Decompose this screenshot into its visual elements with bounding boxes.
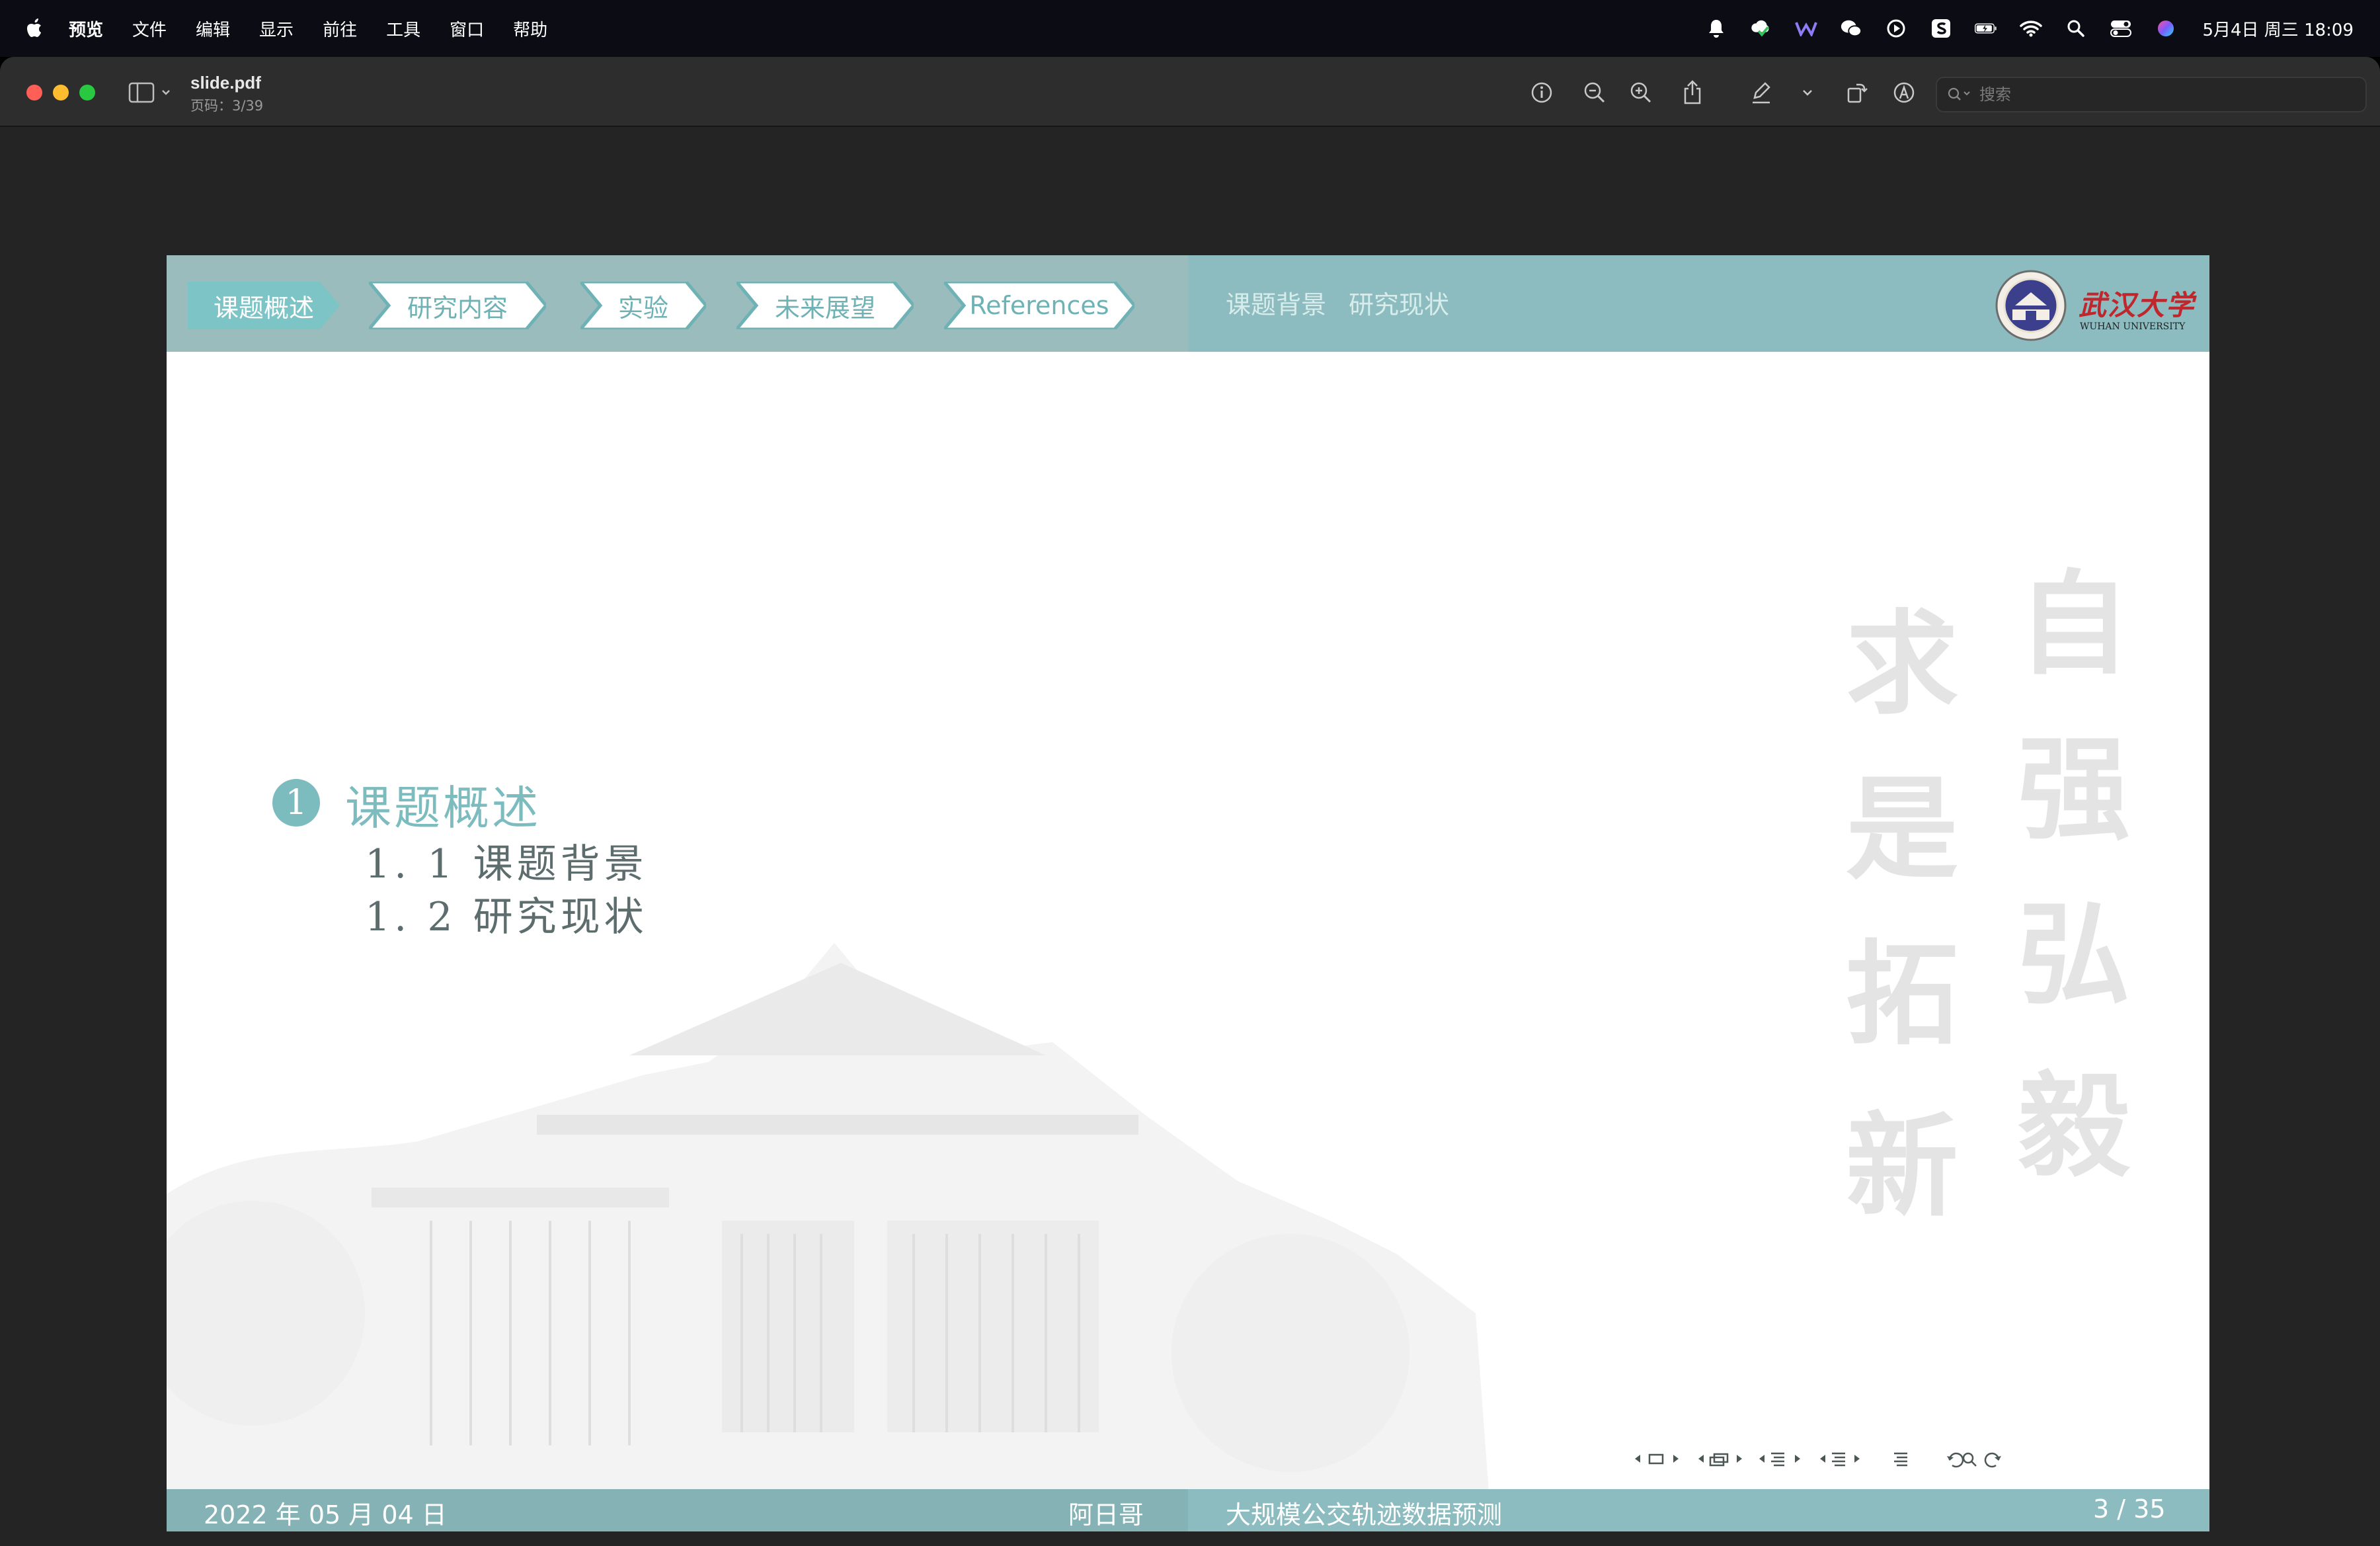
menu-edit[interactable]: 编辑 — [196, 17, 230, 41]
nav-section-references[interactable]: References — [944, 282, 1134, 329]
siri-icon[interactable] — [2155, 17, 2177, 40]
watermark-char: 自 — [2018, 558, 2131, 690]
logo-text: 武汉大学 — [2079, 289, 2196, 321]
toc-item[interactable]: 1. 1 课题背景 — [365, 832, 648, 889]
footer-title: 大规模公交轨迹数据预测 — [1226, 1500, 1503, 1529]
bell-icon[interactable] — [1705, 17, 1727, 40]
menu-go[interactable]: 前往 — [323, 17, 357, 41]
menu-help[interactable]: 帮助 — [513, 17, 547, 41]
menu-view[interactable]: 显示 — [259, 17, 294, 41]
sidebar-icon — [128, 82, 170, 103]
cloud-check-icon[interactable] — [1750, 17, 1772, 40]
s-app-icon[interactable] — [1930, 17, 1952, 40]
markup-pen-icon[interactable] — [1748, 79, 1774, 106]
slide-page: 课题概述 研究内容 实验 未来展望 References 课题背景 研究现状 武… — [167, 255, 2209, 1531]
menubar-clock[interactable]: 5月4日 周三 18:09 — [2202, 17, 2354, 41]
search-icon — [1948, 87, 1970, 101]
menu-bar: 预览 文件 编辑 显示 前往 工具 窗口 帮助 5月4日 周三 18:09 — [0, 0, 2380, 57]
menu-file[interactable]: 文件 — [132, 17, 167, 41]
watermark-char: 新 — [1846, 1100, 1959, 1233]
rotate-icon[interactable] — [1843, 79, 1870, 106]
watermark-char: 是 — [1846, 763, 1959, 895]
w-app-icon[interactable] — [1795, 17, 1818, 40]
menu-tools[interactable]: 工具 — [386, 17, 420, 41]
beamer-navigation-symbols — [1631, 1445, 2186, 1472]
toc-item[interactable]: 1. 2 研究现状 — [365, 885, 648, 942]
watermark-char: 弘 — [2018, 889, 2131, 1021]
apple-logo-icon[interactable] — [25, 17, 45, 40]
subsection-background[interactable]: 课题背景 — [1226, 284, 1326, 321]
nav-section-future[interactable]: 未来展望 — [736, 282, 914, 329]
watermark-char: 拓 — [1846, 928, 1959, 1061]
share-icon[interactable] — [1679, 79, 1706, 106]
campus-building-watermark — [167, 943, 1489, 1495]
nav-section-active[interactable]: 课题概述 — [188, 282, 340, 329]
search-input[interactable] — [1978, 85, 2351, 104]
zoom-in-icon[interactable] — [1628, 79, 1654, 106]
watermark-char: 毅 — [2018, 1061, 2131, 1193]
window-toolbar: slide.pdf 页码：3/39 — [0, 57, 2380, 127]
logo-subtext: WUHAN UNIVERSITY — [2080, 321, 2186, 332]
play-icon[interactable] — [1885, 17, 1907, 40]
chevron-down-icon[interactable] — [1794, 79, 1821, 106]
control-center-icon[interactable] — [2110, 17, 2132, 40]
fullscreen-window-button[interactable] — [79, 85, 95, 101]
nav-section-research[interactable]: 研究内容 — [369, 282, 546, 329]
footer-date: 2022 年 05 月 04 日 — [204, 1500, 447, 1529]
university-logo: 武汉大学 WUHAN UNIVERSITY — [1995, 268, 2194, 343]
preview-window: slide.pdf 页码：3/39 搜索 课题概述 研究内容 实验 未来展望 R… — [0, 57, 2380, 1546]
wechat-icon[interactable] — [1840, 17, 1862, 40]
section-title[interactable]: 课题概述 — [345, 771, 541, 838]
close-window-button[interactable] — [26, 85, 42, 101]
subsection-nav: 课题背景 研究现状 — [1226, 284, 1449, 321]
watermark-char: 求 — [1846, 598, 1959, 730]
menu-app-name[interactable]: 预览 — [69, 17, 103, 41]
document-title: slide.pdf — [190, 73, 261, 93]
nav-section-experiment[interactable]: 实验 — [580, 282, 706, 329]
document-page-indicator: 页码：3/39 — [190, 98, 264, 114]
battery-icon — [1975, 17, 1997, 40]
annotate-icon[interactable] — [1891, 79, 1917, 106]
info-icon[interactable] — [1528, 79, 1555, 106]
footer-author: 阿日哥 — [1068, 1500, 1144, 1529]
zoom-out-icon[interactable] — [1581, 79, 1608, 106]
footer-page-number: 3 / 35 — [2093, 1494, 2166, 1524]
section-number-badge: 1 — [272, 779, 320, 827]
wifi-icon[interactable] — [2020, 17, 2043, 40]
menu-window[interactable]: 窗口 — [450, 17, 484, 41]
search-field[interactable] — [1936, 77, 2367, 112]
spotlight-search-icon[interactable] — [2065, 17, 2087, 40]
subsection-status[interactable]: 研究现状 — [1349, 284, 1449, 321]
sidebar-toggle-button[interactable] — [127, 79, 176, 106]
minimize-window-button[interactable] — [53, 85, 69, 101]
watermark-char: 强 — [2018, 723, 2131, 856]
